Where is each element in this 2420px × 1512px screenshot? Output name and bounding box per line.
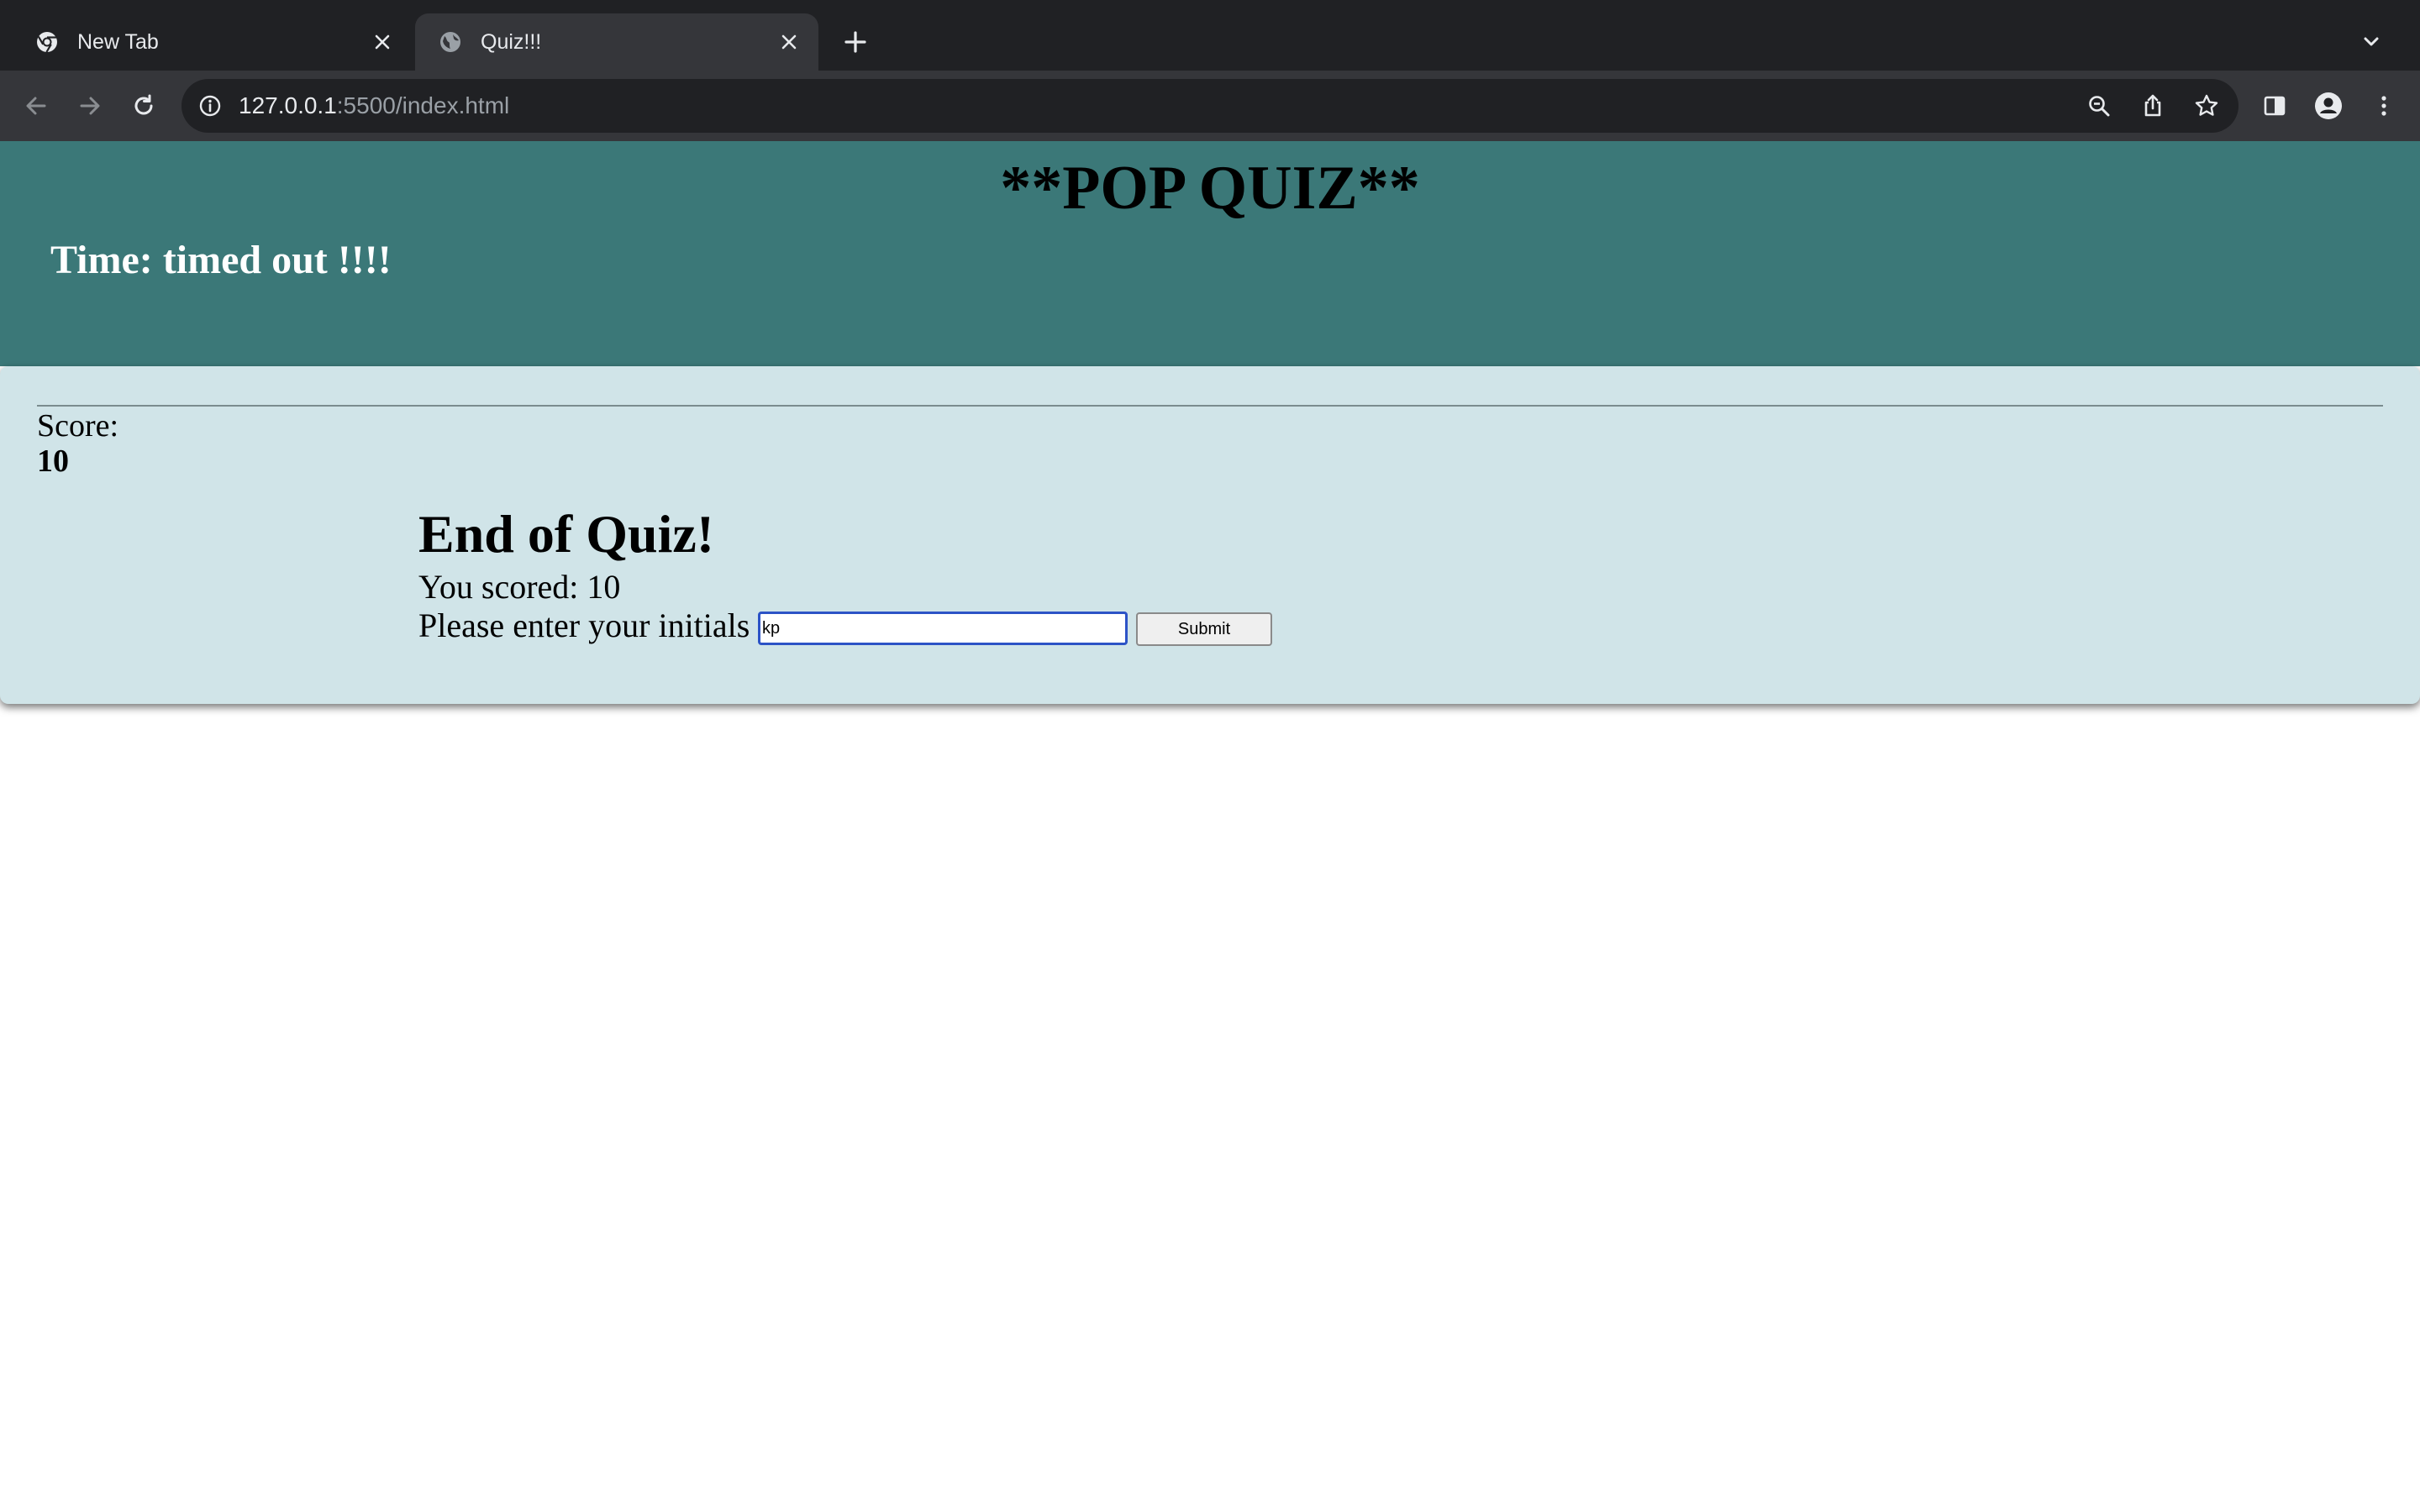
url-text: 127.0.0.1:5500/index.html: [239, 79, 509, 133]
site-info-icon[interactable]: [197, 92, 224, 119]
quiz-header: **POP QUIZ** Time: timed out !!!!: [0, 141, 2420, 366]
profile-button[interactable]: [2311, 88, 2346, 123]
page-title: **POP QUIZ**: [1000, 154, 1420, 223]
tab-quiz[interactable]: Quiz!!!: [415, 13, 818, 71]
back-button[interactable]: [18, 88, 54, 123]
close-tab-icon[interactable]: [368, 28, 397, 56]
reload-button[interactable]: [126, 88, 161, 123]
side-panel-button[interactable]: [2257, 88, 2292, 123]
address-bar[interactable]: 127.0.0.1:5500/index.html: [182, 79, 2238, 133]
plus-icon: [844, 31, 866, 53]
globe-icon: [437, 29, 464, 55]
zoom-icon[interactable]: [2084, 91, 2114, 121]
browser-toolbar: 127.0.0.1:5500/index.html: [0, 71, 2420, 141]
share-icon[interactable]: [2138, 91, 2168, 121]
back-arrow-icon: [26, 97, 46, 115]
forward-button[interactable]: [72, 88, 108, 123]
tab-title: Quiz!!!: [481, 29, 542, 54]
score-value: 10: [37, 444, 69, 479]
initials-input[interactable]: [758, 612, 1128, 645]
tab-strip: New Tab Quiz!!!: [0, 0, 2420, 71]
menu-button[interactable]: [2366, 88, 2402, 123]
divider: [37, 405, 2383, 407]
side-panel-icon: [2264, 96, 2286, 116]
url-path: :5500/index.html: [336, 92, 510, 118]
web-page: **POP QUIZ** Time: timed out !!!! Score:…: [0, 141, 2420, 1512]
initials-label: Please enter your initials: [418, 606, 750, 644]
more-vert-icon: [2381, 96, 2386, 116]
tab-search-button[interactable]: [2353, 24, 2390, 60]
timer-text: Time: timed out !!!!: [50, 238, 392, 282]
profile-avatar-icon: [2315, 92, 2342, 119]
bookmark-star-icon[interactable]: [2191, 91, 2222, 121]
chevron-down-icon: [2364, 37, 2379, 46]
new-tab-button[interactable]: [837, 24, 874, 60]
quiz-card: Score: 10 End of Quiz! You scored: 10 Pl…: [0, 366, 2420, 704]
forward-arrow-icon: [80, 97, 100, 115]
close-tab-icon[interactable]: [775, 28, 803, 56]
final-score-text: You scored: 10: [418, 568, 621, 606]
score-label: Score:: [37, 408, 119, 444]
submit-button[interactable]: Submit: [1136, 612, 1272, 646]
reload-icon: [134, 94, 153, 115]
end-of-quiz-heading: End of Quiz!: [418, 504, 715, 564]
url-host: 127.0.0.1: [239, 92, 337, 118]
tab-title: New Tab: [77, 29, 159, 54]
chrome-icon: [34, 29, 60, 55]
tab-new-tab[interactable]: New Tab: [15, 13, 412, 71]
